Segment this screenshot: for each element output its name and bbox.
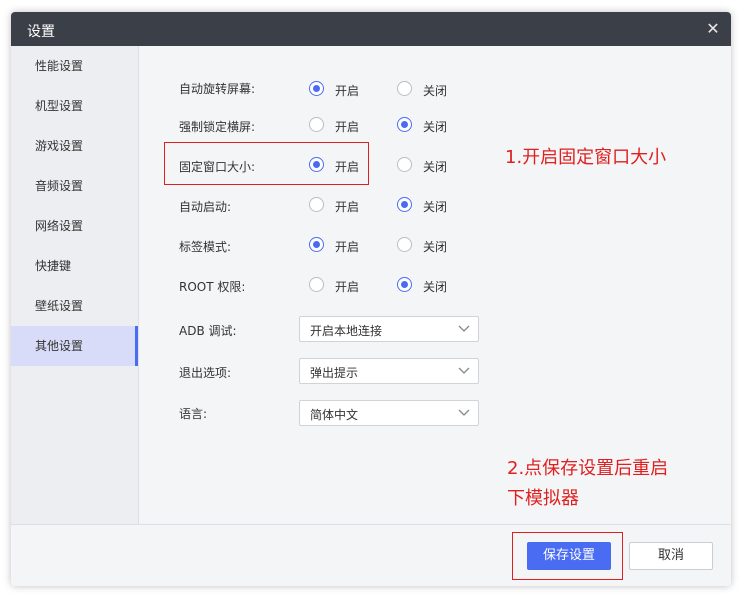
- setting-label-auto-rotate: 自动旋转屏幕:: [179, 82, 256, 96]
- sidebar: 性能设置 机型设置 游戏设置 音频设置 网络设置 快捷键 壁纸设置 其他设置: [11, 46, 139, 524]
- force-landscape-on-radio[interactable]: [309, 117, 324, 132]
- auto-rotate-on-radio[interactable]: [309, 81, 324, 96]
- fixed-window-off-label: 关闭: [423, 160, 448, 174]
- sidebar-item-device-model[interactable]: 机型设置: [11, 86, 138, 126]
- dialog-footer: 保存设置 取消: [11, 524, 731, 586]
- fixed-window-on-radio[interactable]: [309, 157, 324, 172]
- auto-start-on-label: 开启: [335, 200, 360, 214]
- force-landscape-off-radio[interactable]: [397, 117, 412, 132]
- adb-debug-value: 开启本地连接: [310, 324, 383, 338]
- auto-start-on-radio[interactable]: [309, 197, 324, 212]
- root-on-radio[interactable]: [309, 277, 324, 292]
- dialog-title: 设置: [27, 24, 55, 40]
- chevron-down-icon: [458, 367, 470, 374]
- setting-label-tab-mode: 标签模式:: [179, 240, 232, 254]
- tab-mode-on-label: 开启: [335, 240, 360, 254]
- title-bar: 设置 ✕: [11, 12, 731, 46]
- cancel-button[interactable]: 取消: [629, 542, 713, 570]
- tab-mode-on-radio[interactable]: [309, 237, 324, 252]
- language-select[interactable]: 简体中文: [299, 400, 479, 426]
- auto-rotate-on-label: 开启: [335, 84, 360, 98]
- force-landscape-off-label: 关闭: [423, 120, 448, 134]
- fixed-window-on-label: 开启: [335, 160, 360, 174]
- auto-rotate-off-label: 关闭: [423, 84, 448, 98]
- annotation-step2-line2: 下模拟器: [507, 488, 579, 509]
- root-on-label: 开启: [335, 280, 360, 294]
- root-off-label: 关闭: [423, 280, 448, 294]
- chevron-down-icon: [458, 409, 470, 416]
- sidebar-item-audio[interactable]: 音频设置: [11, 166, 138, 206]
- sidebar-item-game[interactable]: 游戏设置: [11, 126, 138, 166]
- sidebar-item-wallpaper[interactable]: 壁纸设置: [11, 286, 138, 326]
- setting-label-language: 语言:: [179, 407, 208, 421]
- sidebar-item-performance[interactable]: 性能设置: [11, 46, 138, 86]
- setting-label-fixed-window: 固定窗口大小:: [179, 160, 256, 174]
- annotation-step1: 1.开启固定窗口大小: [505, 147, 667, 168]
- chevron-down-icon: [458, 325, 470, 332]
- language-value: 简体中文: [310, 408, 359, 422]
- auto-start-off-radio[interactable]: [397, 197, 412, 212]
- setting-label-force-landscape: 强制锁定横屏:: [179, 120, 256, 134]
- sidebar-item-network[interactable]: 网络设置: [11, 206, 138, 246]
- settings-panel: 自动旋转屏幕: 开启 关闭 强制锁定横屏: 开启 关闭 固定窗口大小: 开启 关…: [139, 46, 731, 524]
- setting-label-root: ROOT 权限:: [179, 280, 246, 294]
- auto-rotate-off-radio[interactable]: [397, 81, 412, 96]
- root-off-radio[interactable]: [397, 277, 412, 292]
- exit-option-value: 弹出提示: [310, 366, 359, 380]
- force-landscape-on-label: 开启: [335, 120, 360, 134]
- setting-label-exit-option: 退出选项:: [179, 366, 232, 380]
- sidebar-item-shortcuts[interactable]: 快捷键: [11, 246, 138, 286]
- tab-mode-off-radio[interactable]: [397, 237, 412, 252]
- auto-start-off-label: 关闭: [423, 200, 448, 214]
- sidebar-item-other[interactable]: 其他设置: [11, 326, 138, 366]
- tab-mode-off-label: 关闭: [423, 240, 448, 254]
- setting-label-adb: ADB 调试:: [179, 324, 237, 338]
- adb-debug-select[interactable]: 开启本地连接: [299, 316, 479, 342]
- settings-dialog: 设置 ✕ 性能设置 机型设置 游戏设置 音频设置 网络设置 快捷键 壁纸设置 其…: [11, 12, 731, 586]
- annotation-step2-line1: 2.点保存设置后重启: [507, 458, 669, 479]
- close-icon[interactable]: ✕: [703, 19, 723, 39]
- setting-label-auto-start: 自动启动:: [179, 200, 232, 214]
- save-settings-button[interactable]: 保存设置: [527, 542, 611, 570]
- exit-option-select[interactable]: 弹出提示: [299, 358, 479, 384]
- fixed-window-off-radio[interactable]: [397, 157, 412, 172]
